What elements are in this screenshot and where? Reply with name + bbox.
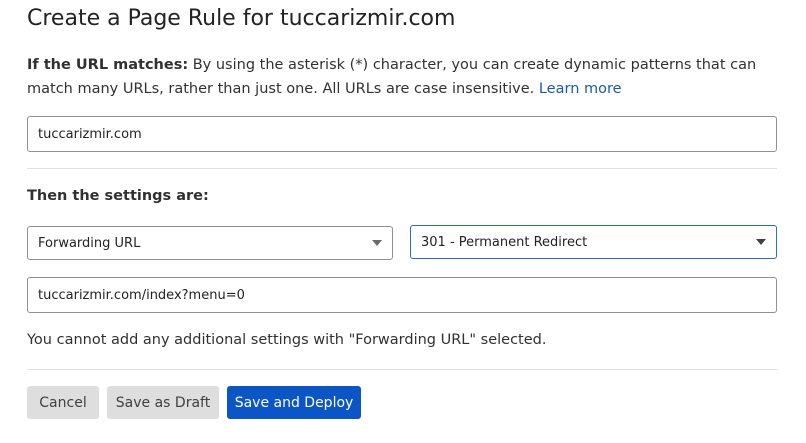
chevron-down-icon	[372, 240, 382, 246]
settings-note: You cannot add any additional settings w…	[27, 332, 547, 348]
divider	[27, 369, 777, 370]
chevron-down-icon	[756, 239, 766, 245]
setting-type-value: Forwarding URL	[38, 235, 141, 251]
learn-more-link[interactable]: Learn more	[539, 81, 622, 97]
status-code-select[interactable]: 301 - Permanent Redirect	[410, 225, 777, 259]
page-rule-form: Create a Page Rule for tuccarizmir.com I…	[0, 0, 806, 443]
divider	[27, 168, 777, 169]
cancel-button[interactable]: Cancel	[27, 386, 99, 419]
save-as-draft-button[interactable]: Save as Draft	[107, 386, 219, 419]
setting-type-select[interactable]: Forwarding URL	[27, 226, 393, 260]
save-and-deploy-button[interactable]: Save and Deploy	[227, 386, 361, 419]
page-title: Create a Page Rule for tuccarizmir.com	[27, 6, 456, 31]
status-code-value: 301 - Permanent Redirect	[421, 234, 588, 250]
url-match-description: If the URL matches: By using the asteris…	[27, 53, 787, 101]
url-match-label: If the URL matches:	[27, 57, 189, 73]
url-pattern-input[interactable]: tuccarizmir.com	[27, 116, 777, 152]
url-pattern-value: tuccarizmir.com	[38, 126, 142, 142]
destination-url-input[interactable]: tuccarizmir.com/index?menu=0	[27, 277, 777, 313]
settings-label: Then the settings are:	[27, 188, 209, 204]
destination-url-value: tuccarizmir.com/index?menu=0	[38, 287, 245, 303]
